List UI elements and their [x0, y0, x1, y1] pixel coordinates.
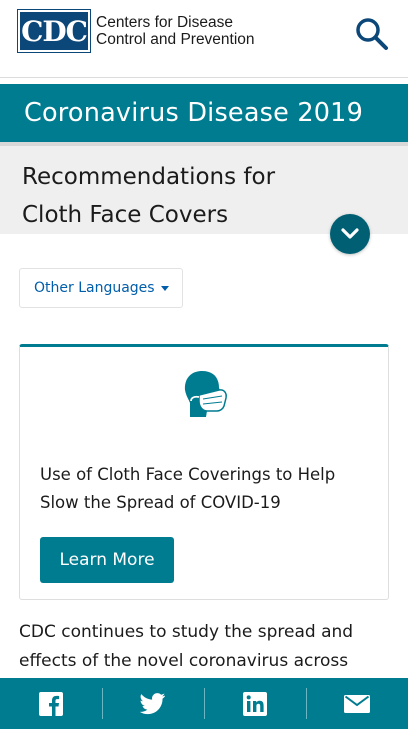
org-name-line2: Control and Prevention	[96, 31, 255, 48]
learn-more-button[interactable]: Learn More	[40, 537, 174, 583]
site-header: CDC Centers for Disease Control and Prev…	[0, 0, 408, 78]
email-icon	[344, 694, 370, 713]
caret-down-icon	[160, 285, 169, 291]
face-mask-icon	[184, 371, 227, 417]
site-banner[interactable]: Coronavirus Disease 2019	[0, 84, 408, 142]
expand-button[interactable]	[330, 214, 370, 254]
search-icon	[356, 18, 388, 50]
card-description: Use of Cloth Face Coverings to Help Slow…	[40, 465, 336, 512]
page-title: Recommendations for Cloth Face Covers	[22, 158, 362, 234]
facebook-icon	[39, 691, 63, 716]
intro-paragraph: CDC continues to study the spread and ef…	[19, 622, 354, 671]
other-languages-dropdown[interactable]: Other Languages	[19, 268, 183, 308]
cdc-logo-mark: CDC	[17, 9, 91, 53]
face-covering-card: Use of Cloth Face Coverings to Help Slow…	[19, 344, 389, 600]
other-languages-label: Other Languages	[34, 280, 155, 296]
share-twitter-button[interactable]	[102, 678, 204, 729]
cdc-org-name: Centers for Disease Control and Preventi…	[96, 14, 255, 48]
share-email-button[interactable]	[306, 678, 408, 729]
share-facebook-button[interactable]	[0, 678, 102, 729]
search-button[interactable]	[354, 16, 390, 52]
social-share-bar	[0, 678, 408, 729]
share-linkedin-button[interactable]	[204, 678, 306, 729]
page-title-line2: Cloth Face Covers	[22, 202, 229, 228]
page-title-line1: Recommendations for	[22, 164, 276, 190]
twitter-icon	[140, 692, 165, 714]
linkedin-icon	[243, 691, 267, 716]
chevron-down-icon	[341, 228, 359, 239]
cdc-logo[interactable]: CDC Centers for Disease Control and Prev…	[17, 9, 255, 53]
org-name-line1: Centers for Disease	[96, 14, 233, 31]
